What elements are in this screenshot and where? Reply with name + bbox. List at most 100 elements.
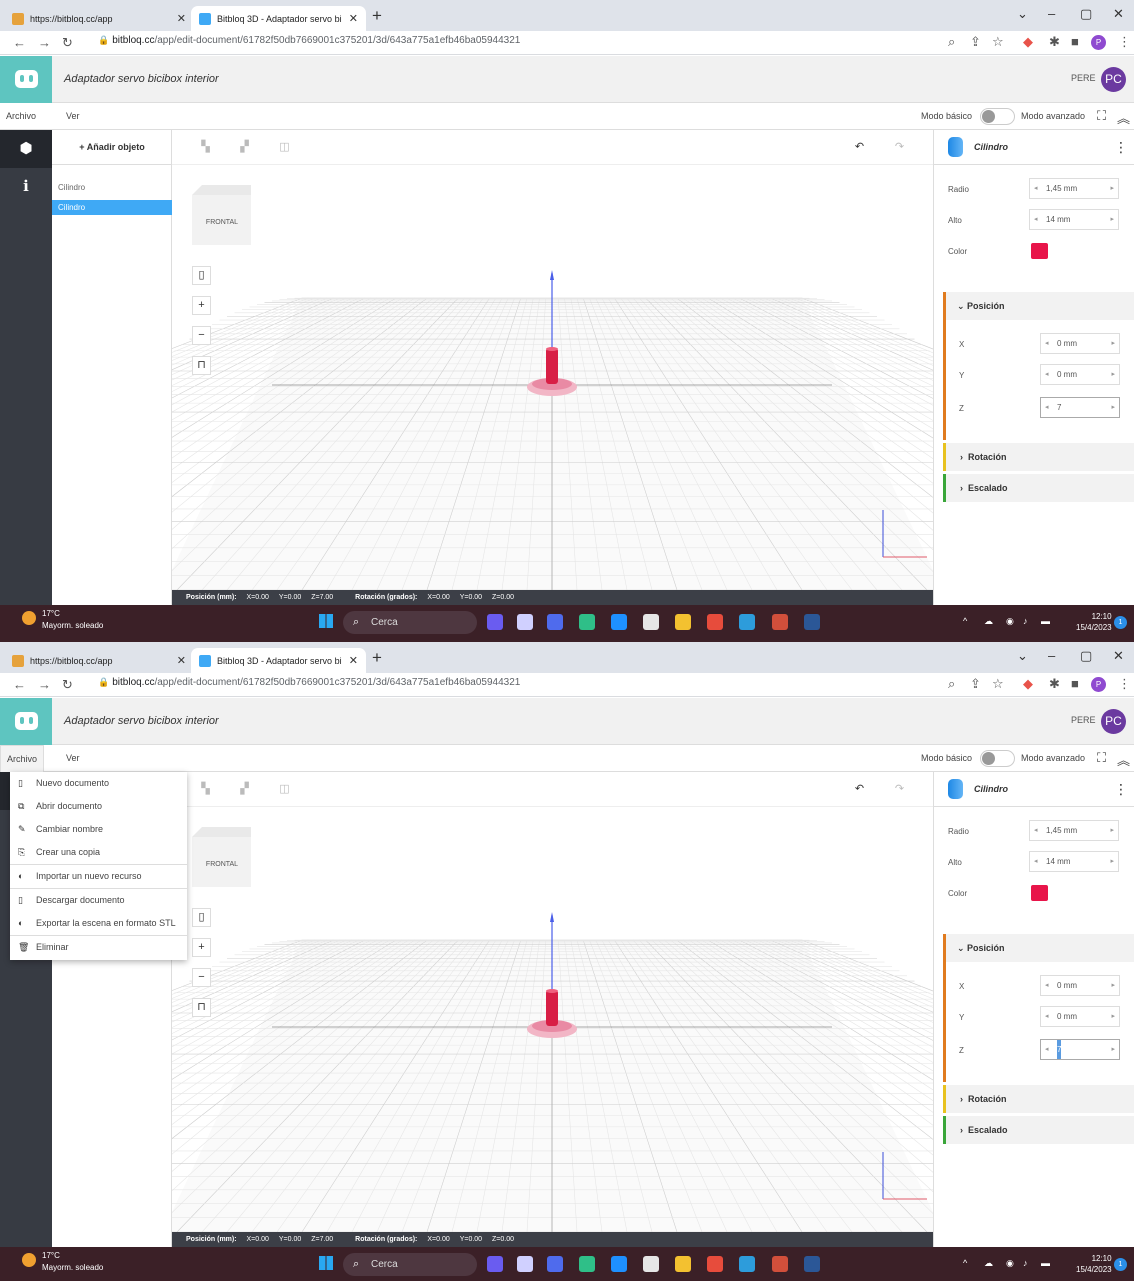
- menu-ver[interactable]: Ver: [60, 745, 86, 772]
- taskbar-search[interactable]: ⌕ Cerca: [343, 1253, 477, 1276]
- browser-menu-icon[interactable]: ⋮: [1118, 676, 1131, 692]
- tray-overflow-icon[interactable]: ^: [963, 616, 967, 626]
- new-tab-button[interactable]: +: [372, 6, 382, 26]
- zoom-in-button[interactable]: +: [192, 296, 211, 315]
- word-icon[interactable]: [804, 614, 820, 630]
- collapse-header-icon[interactable]: ︽: [1117, 750, 1130, 769]
- info-tab-icon[interactable]: ℹ: [0, 168, 52, 206]
- reload-icon[interactable]: ↻: [62, 35, 73, 51]
- collapse-header-icon[interactable]: ︽: [1117, 108, 1130, 127]
- position-y-input[interactable]: ◂ 0 mm ▸: [1040, 364, 1120, 385]
- undo-icon[interactable]: ↶: [853, 140, 866, 153]
- position-section-header[interactable]: ⌄ Posición: [946, 934, 1134, 962]
- store-icon[interactable]: [643, 614, 659, 630]
- tray-overflow-icon[interactable]: ^: [963, 1258, 967, 1268]
- notification-badge[interactable]: 1: [1114, 1258, 1127, 1271]
- weather-sun-icon[interactable]: [22, 1253, 36, 1267]
- object-name[interactable]: Cilindro: [974, 784, 1008, 794]
- user-avatar[interactable]: PC: [1101, 709, 1126, 734]
- taskbar-clock[interactable]: 12:10 15/4/2023: [1076, 611, 1112, 633]
- tab-close-icon[interactable]: ✕: [349, 12, 358, 25]
- view-ground-button[interactable]: ⊓: [192, 998, 211, 1017]
- file-explorer-icon[interactable]: [675, 614, 691, 630]
- browser-tab-active[interactable]: Bitbloq 3D - Adaptador servo bi ✕: [191, 6, 366, 31]
- position-x-input[interactable]: ◂ 0 mm ▸: [1040, 333, 1120, 354]
- menu-item-abrir-documento[interactable]: ⧉ Abrir documento: [10, 795, 187, 818]
- new-tab-button[interactable]: +: [372, 648, 382, 668]
- menu-ver[interactable]: Ver: [60, 103, 86, 130]
- more-options-icon[interactable]: ⋮: [1114, 781, 1128, 798]
- copilot-icon[interactable]: [487, 1256, 503, 1272]
- menu-item-descargar-documento[interactable]: ▯ Descargar documento: [10, 889, 187, 912]
- color-swatch[interactable]: [1031, 243, 1048, 259]
- document-title[interactable]: Adaptador servo bicibox interior: [64, 73, 219, 85]
- url-field[interactable]: 🔒 bitbloq.cc/app/edit-document/61782f50db…: [98, 677, 520, 688]
- minimize-button[interactable]: –: [1048, 6, 1055, 21]
- scale-section[interactable]: › Escalado: [943, 474, 1134, 502]
- tab-search-icon[interactable]: ⌄: [1017, 648, 1028, 664]
- volume-icon[interactable]: ♪: [1023, 1258, 1028, 1268]
- radio-input[interactable]: ◂ 1,45 mm ▸: [1029, 820, 1119, 841]
- redo-icon[interactable]: ↷: [893, 782, 906, 795]
- more-options-icon[interactable]: ⋮: [1114, 139, 1128, 156]
- object-name[interactable]: Cilindro: [974, 142, 1008, 152]
- menu-item-crear-copia[interactable]: ⎘ Crear una copia: [10, 841, 187, 864]
- menu-item-cambiar-nombre[interactable]: ✎ Cambiar nombre: [10, 818, 187, 841]
- onedrive-icon[interactable]: ☁: [984, 616, 993, 627]
- view-perspective-button[interactable]: ▯: [192, 266, 211, 285]
- view-ground-button[interactable]: ⊓: [192, 356, 211, 375]
- extensions-puzzle-icon[interactable]: ✱: [1049, 34, 1060, 50]
- ungroup-icon[interactable]: ▞: [238, 782, 251, 795]
- chrome-profile-icon[interactable]: [772, 1256, 788, 1272]
- navigation-cube[interactable]: FRONTAL: [192, 185, 251, 245]
- position-x-input[interactable]: ◂ 0 mm ▸: [1040, 975, 1120, 996]
- browser-menu-icon[interactable]: ⋮: [1118, 34, 1131, 50]
- back-arrow-icon[interactable]: ←: [13, 35, 26, 50]
- fullscreen-icon[interactable]: ⛶: [1097, 108, 1106, 124]
- battery-icon[interactable]: ▬: [1041, 616, 1050, 626]
- duplicate-icon[interactable]: ◫: [278, 782, 291, 795]
- minimize-button[interactable]: –: [1048, 648, 1055, 663]
- forward-arrow-icon[interactable]: →: [38, 677, 51, 692]
- browser-profile-avatar[interactable]: P: [1091, 35, 1106, 50]
- fullscreen-icon[interactable]: ⛶: [1097, 750, 1106, 766]
- zoom-out-button[interactable]: −: [192, 968, 211, 987]
- extensions-puzzle-icon[interactable]: ✱: [1049, 676, 1060, 692]
- task-view-icon[interactable]: [517, 1256, 533, 1272]
- mode-toggle[interactable]: [980, 108, 1015, 125]
- chrome-icon[interactable]: [707, 614, 723, 630]
- mail-icon[interactable]: [611, 1256, 627, 1272]
- group-icon[interactable]: ▚: [199, 140, 212, 153]
- edge-icon[interactable]: [579, 614, 595, 630]
- weather-sun-icon[interactable]: [22, 611, 36, 625]
- rotation-section[interactable]: › Rotación: [943, 1085, 1134, 1113]
- tab-search-icon[interactable]: ⌄: [1017, 6, 1028, 22]
- 3d-viewport[interactable]: ▚ ▞ ◫ ↶ ↷ FRONTAL ▯ + − ⊓ Posición (mm):…: [172, 772, 933, 1247]
- user-avatar[interactable]: PC: [1101, 67, 1126, 92]
- back-arrow-icon[interactable]: ←: [13, 677, 26, 692]
- volume-icon[interactable]: ♪: [1023, 616, 1028, 626]
- undo-icon[interactable]: ↶: [853, 782, 866, 795]
- extension-icon[interactable]: ◆: [1023, 676, 1033, 692]
- word-icon[interactable]: [804, 1256, 820, 1272]
- tab-close-icon[interactable]: ✕: [349, 654, 358, 667]
- object-list-item-selected[interactable]: Cilindro: [52, 200, 172, 215]
- chat-icon[interactable]: [547, 614, 563, 630]
- bookmark-star-icon[interactable]: ☆: [992, 34, 1004, 50]
- zoom-out-button[interactable]: −: [192, 326, 211, 345]
- chrome-icon[interactable]: [707, 1256, 723, 1272]
- browser-tab-active[interactable]: Bitbloq 3D - Adaptador servo bi ✕: [191, 648, 366, 673]
- maximize-button[interactable]: ▢: [1080, 6, 1092, 22]
- objects-tab-cube-icon[interactable]: ⬢: [0, 130, 52, 168]
- navigation-cube[interactable]: FRONTAL: [192, 827, 251, 887]
- windows-start-icon[interactable]: [319, 614, 333, 628]
- bookmark-star-icon[interactable]: ☆: [992, 676, 1004, 692]
- windows-start-icon[interactable]: [319, 1256, 333, 1270]
- taskbar-clock[interactable]: 12:10 15/4/2023: [1076, 1253, 1112, 1275]
- rotation-section[interactable]: › Rotación: [943, 443, 1134, 471]
- menu-item-importar-recurso[interactable]: ◐ Importar un nuevo recurso: [10, 865, 187, 888]
- bitbloq-logo[interactable]: [0, 698, 52, 745]
- redo-icon[interactable]: ↷: [893, 140, 906, 153]
- mail-icon[interactable]: [611, 614, 627, 630]
- zoom-icon[interactable]: ⌕: [948, 676, 955, 692]
